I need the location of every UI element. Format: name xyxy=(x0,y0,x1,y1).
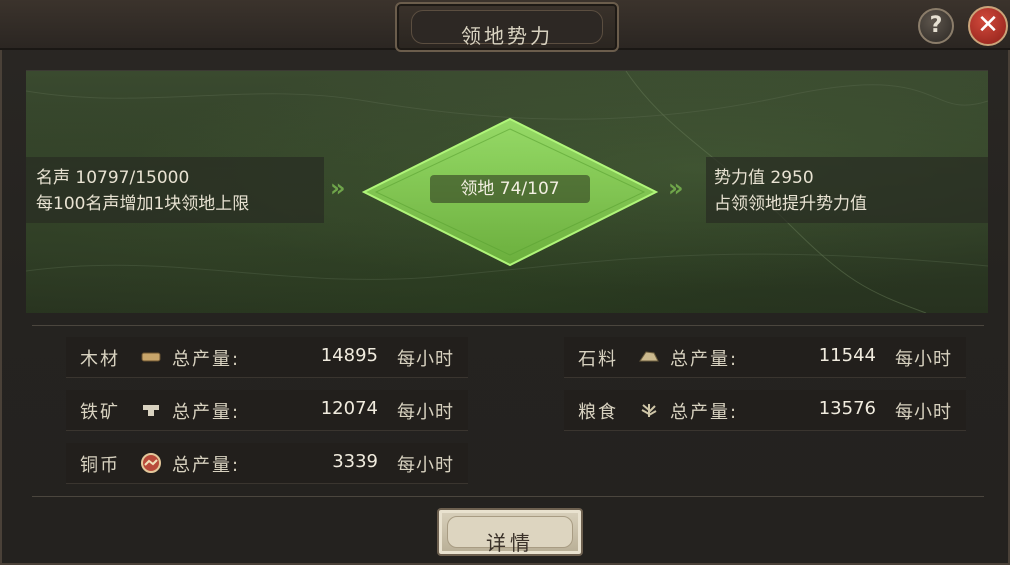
resource-row-stone: 石料 总产量: 11544 每小时 xyxy=(564,337,966,378)
help-button[interactable]: ? xyxy=(918,8,954,44)
close-button[interactable]: ✕ xyxy=(968,6,1008,46)
detail-button-inner: 详情 xyxy=(447,516,573,555)
territory-count: 领地 74/107 xyxy=(430,175,590,203)
resource-name: 粮食 xyxy=(578,402,618,423)
resource-name: 铁矿 xyxy=(80,402,120,423)
power-hint: 占领领地提升势力值 xyxy=(714,194,867,214)
resource-value: 14895 xyxy=(320,345,378,366)
resource-value: 13576 xyxy=(818,398,876,419)
title-plate: 领地势力 xyxy=(395,2,619,52)
resource-unit: 每小时 xyxy=(397,455,454,476)
right-arrow-icon: » xyxy=(330,174,346,202)
right-arrow-icon: » xyxy=(668,174,684,202)
resource-total-label: 总产量: xyxy=(670,402,739,423)
iron-icon xyxy=(140,400,162,418)
window-title: 领地势力 xyxy=(461,24,553,48)
resource-total-label: 总产量: xyxy=(172,455,241,476)
wood-icon xyxy=(140,347,162,365)
resource-row-grain: 粮食 总产量: 13576 每小时 xyxy=(564,390,966,431)
resource-row-coin: 铜币 总产量: 3339 每小时 xyxy=(66,443,468,484)
divider-top xyxy=(32,325,984,326)
resource-name: 石料 xyxy=(578,349,618,370)
resource-unit: 每小时 xyxy=(397,349,454,370)
resource-value: 11544 xyxy=(818,345,876,366)
resource-name: 木材 xyxy=(80,349,120,370)
detail-button[interactable]: 详情 xyxy=(437,508,583,556)
stone-icon xyxy=(638,347,660,365)
fame-value: 名声 10797/15000 xyxy=(36,168,190,188)
resource-total-label: 总产量: xyxy=(172,349,241,370)
grain-icon xyxy=(638,400,660,418)
resource-value: 3339 xyxy=(332,451,378,472)
detail-button-label: 详情 xyxy=(486,531,534,555)
resource-row-iron: 铁矿 总产量: 12074 每小时 xyxy=(66,390,468,431)
fame-hint: 每100名声增加1块领地上限 xyxy=(36,194,250,214)
title-bar: 领地势力 ? ✕ xyxy=(0,0,1010,52)
resource-total-label: 总产量: xyxy=(172,402,241,423)
resource-value: 12074 xyxy=(320,398,378,419)
fame-info: 名声 10797/15000 每100名声增加1块领地上限 xyxy=(26,157,324,223)
divider-bottom xyxy=(32,496,984,497)
power-info: 势力值 2950 占领领地提升势力值 xyxy=(706,157,988,223)
resource-name: 铜币 xyxy=(80,455,120,476)
resource-row-wood: 木材 总产量: 14895 每小时 xyxy=(66,337,468,378)
resource-unit: 每小时 xyxy=(895,349,952,370)
power-value: 势力值 2950 xyxy=(714,168,814,188)
coin-icon xyxy=(140,453,162,473)
title-inner: 领地势力 xyxy=(411,10,603,48)
resource-unit: 每小时 xyxy=(895,402,952,423)
resource-total-label: 总产量: xyxy=(670,349,739,370)
resource-unit: 每小时 xyxy=(397,402,454,423)
